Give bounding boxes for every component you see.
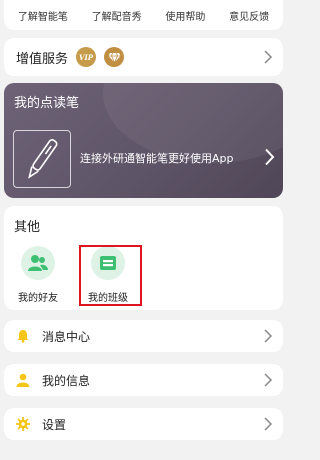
my-info-label: 我的信息 xyxy=(42,373,91,388)
diamond-badge-icon xyxy=(104,47,125,67)
vip-services-row[interactable]: 增值服务 VIP xyxy=(4,38,283,76)
others-section: 其他 我的好友 我的班级 xyxy=(4,206,283,310)
others-title: 其他 xyxy=(14,220,41,235)
chevron-right-icon xyxy=(264,373,273,387)
my-class-button[interactable]: 我的班级 xyxy=(80,246,136,304)
link-about-pen[interactable]: 了解智能笔 xyxy=(18,8,68,23)
vip-services-title: 增值服务 xyxy=(16,51,69,67)
gear-icon xyxy=(16,417,30,431)
message-center-label: 消息中心 xyxy=(42,329,91,344)
vip-badge-label: VIP xyxy=(79,52,93,62)
user-icon xyxy=(16,373,30,387)
class-icon xyxy=(91,246,125,280)
my-class-label: 我的班级 xyxy=(88,293,128,304)
my-info-row[interactable]: 我的信息 xyxy=(4,364,283,396)
settings-row[interactable]: 设置 xyxy=(4,408,283,440)
chevron-right-icon xyxy=(264,50,273,64)
link-about-dubbing[interactable]: 了解配音秀 xyxy=(92,8,142,23)
my-friends-label: 我的好友 xyxy=(18,293,58,304)
bell-icon xyxy=(16,329,30,343)
my-friends-button[interactable]: 我的好友 xyxy=(10,246,66,304)
message-center-row[interactable]: 消息中心 xyxy=(4,320,283,352)
link-feedback[interactable]: 意见反馈 xyxy=(229,8,269,23)
vip-badge-icon: VIP xyxy=(76,47,97,67)
smart-pen-icon xyxy=(13,130,71,188)
pen-card-description: 连接外研通智能笔更好使用App xyxy=(80,152,234,165)
friends-icon xyxy=(21,246,55,280)
link-help[interactable]: 使用帮助 xyxy=(165,8,205,23)
top-links-bar: 了解智能笔 了解配音秀 使用帮助 意见反馈 xyxy=(4,0,283,30)
chevron-right-icon xyxy=(264,329,273,343)
chevron-right-icon xyxy=(264,417,273,431)
smart-pen-card[interactable]: 我的点读笔 连接外研通智能笔更好使用App xyxy=(4,83,283,198)
chevron-right-icon xyxy=(265,148,275,166)
pen-card-title: 我的点读笔 xyxy=(14,96,80,111)
settings-label: 设置 xyxy=(42,417,67,432)
